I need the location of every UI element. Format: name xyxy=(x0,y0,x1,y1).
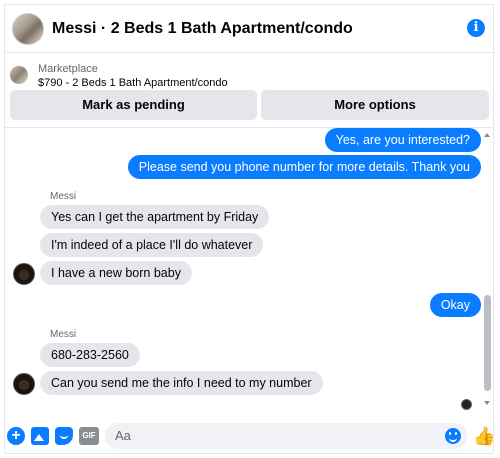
sender-avatar[interactable] xyxy=(13,263,35,285)
message-bubble-incoming[interactable]: I have a new born baby xyxy=(40,261,192,285)
listing-summary[interactable]: $790 - 2 Beds 1 Bath Apartment/condo xyxy=(38,77,228,89)
emoji-icon[interactable] xyxy=(445,428,461,444)
listing-avatar[interactable] xyxy=(12,12,44,45)
listing-thumbnail[interactable] xyxy=(10,66,28,84)
message-bubble-outgoing[interactable]: Yes, are you interested? xyxy=(324,128,481,152)
mark-as-pending-button[interactable]: Mark as pending xyxy=(10,90,257,120)
marketplace-banner: Marketplace $790 - 2 Beds 1 Bath Apartme… xyxy=(5,54,493,128)
message-bubble-incoming[interactable]: Yes can I get the apartment by Friday xyxy=(40,205,270,229)
scroll-up-arrow[interactable] xyxy=(484,133,490,137)
info-icon[interactable]: i xyxy=(467,19,485,37)
scrollbar-thumb[interactable] xyxy=(484,295,491,391)
plus-icon[interactable]: + xyxy=(7,427,25,445)
sticker-icon[interactable] xyxy=(55,427,73,445)
chat-title[interactable]: Messi · 2 Beds 1 Bath Apartment/condo xyxy=(52,20,353,38)
sender-name: Messi xyxy=(50,329,77,340)
like-icon[interactable]: 👍 xyxy=(473,426,493,446)
message-bubble-incoming[interactable]: I'm indeed of a place I'll do whatever xyxy=(40,233,264,257)
message-input-placeholder: Aa xyxy=(115,428,131,443)
sender-avatar[interactable] xyxy=(13,373,35,395)
scroll-down-arrow[interactable] xyxy=(484,401,490,405)
more-options-button[interactable]: More options xyxy=(261,90,489,120)
seen-indicator-avatar xyxy=(461,399,472,410)
sender-name: Messi xyxy=(50,191,77,202)
message-bubble-outgoing[interactable]: Please send you phone number for more de… xyxy=(127,155,481,179)
message-bubble-outgoing[interactable]: Okay xyxy=(429,293,481,317)
message-bubble-incoming[interactable]: 680-283-2560 xyxy=(40,343,140,367)
chat-header: Messi · 2 Beds 1 Bath Apartment/condo i xyxy=(5,5,493,53)
message-thread: Yes, are you interested? Please send you… xyxy=(5,128,493,411)
message-composer: + GIF Aa 👍 xyxy=(5,417,493,453)
marketplace-label: Marketplace xyxy=(38,63,98,75)
message-bubble-incoming[interactable]: Can you send me the info I need to my nu… xyxy=(40,371,323,395)
message-input[interactable]: Aa xyxy=(105,423,467,449)
gif-icon[interactable]: GIF xyxy=(79,427,99,445)
photo-icon[interactable] xyxy=(31,427,49,445)
chat-window: Messi · 2 Beds 1 Bath Apartment/condo i … xyxy=(4,4,494,454)
